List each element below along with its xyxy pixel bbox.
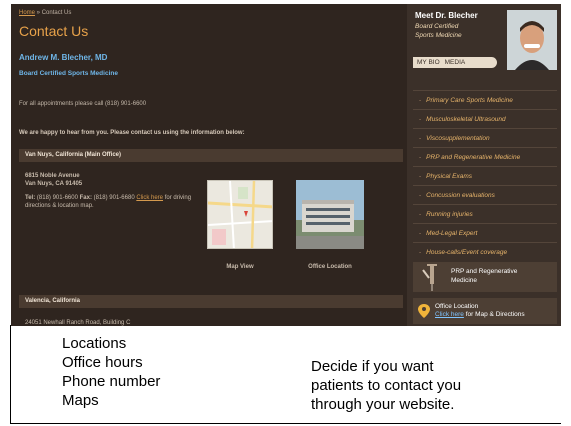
nav-dash: - xyxy=(419,154,422,161)
map-view-caption: Map View xyxy=(226,264,254,270)
nav-label: PRP and Regenerative Medicine xyxy=(426,154,521,161)
promo-line: Medicine xyxy=(451,277,478,284)
nav-dash: - xyxy=(419,230,422,237)
nav-dash: - xyxy=(419,211,422,218)
map-pin-icon xyxy=(418,304,430,318)
nav-dash: - xyxy=(419,249,422,256)
nav-dash: - xyxy=(419,135,422,142)
office-address: 6815 Noble Avenue Van Nuys, CA 91405 xyxy=(25,172,82,188)
nav-dash: - xyxy=(419,116,422,123)
nav-label: Primary Care Sports Medicine xyxy=(426,97,513,104)
tel-label: Tel: xyxy=(25,195,36,201)
nav-item[interactable]: - Physical Exams xyxy=(413,166,557,185)
tel-number: (818) 901-6600 xyxy=(36,195,78,201)
map-directions-link[interactable]: Click here xyxy=(435,311,464,318)
caption-line: Decide if you want xyxy=(311,358,434,375)
meet-doctor-title: Meet Dr. Blecher xyxy=(415,11,478,20)
contact-info: Tel: (818) 901-6600 Fax: (818) 901-6680 … xyxy=(25,194,215,210)
map-directions-text: for Map & Directions xyxy=(463,311,525,318)
caption-line: Office hours xyxy=(62,354,143,371)
subtitle-line: Board Certified xyxy=(415,23,459,30)
meet-doctor-subtitle: Board Certified Sports Medicine xyxy=(415,22,462,40)
address-line: Van Nuys, CA 91405 xyxy=(25,181,83,187)
breadcrumb-home-link[interactable]: Home xyxy=(19,10,35,16)
bio-media-tabs: MY BIO MEDIA xyxy=(413,57,497,68)
doctor-name: Andrew M. Blecher, MD xyxy=(19,53,108,62)
doctor-portrait xyxy=(507,10,557,70)
slide-caption-list: Locations Office hours Phone number Maps xyxy=(62,334,160,410)
sidebar: Meet Dr. Blecher Board Certified Sports … xyxy=(407,4,561,326)
nav-label: Musculoskeletal Ultrasound xyxy=(426,116,506,123)
breadcrumb-current: Contact Us xyxy=(41,10,72,16)
nav-item[interactable]: - Primary Care Sports Medicine xyxy=(413,90,557,109)
promo-line: PRP and Regenerative xyxy=(451,268,518,275)
nav-label: Viscosupplementation xyxy=(426,135,490,142)
address-line: 6815 Noble Avenue xyxy=(25,173,80,179)
tab-media[interactable]: MEDIA xyxy=(445,59,466,66)
appointment-text: For all appointments please call (818) 9… xyxy=(19,101,147,107)
main-content: Home » Contact Us Contact Us Andrew M. B… xyxy=(11,4,407,326)
nav-item[interactable]: - House-calls/Event coverage xyxy=(413,242,557,261)
caption-line: Maps xyxy=(62,392,99,409)
sidebar-nav: - Primary Care Sports Medicine - Musculosk… xyxy=(413,90,557,261)
slide-border xyxy=(10,325,11,424)
nav-item[interactable]: - Musculoskeletal Ultrasound xyxy=(413,109,557,128)
caption-line: Phone number xyxy=(62,373,161,390)
slide-caption-note: Decide if you want patients to contact y… xyxy=(311,357,461,414)
office-building-graphic xyxy=(296,180,364,249)
nav-item[interactable]: - Concussion evaluations xyxy=(413,185,557,204)
nav-dash: - xyxy=(419,173,422,180)
promo-label: PRP and Regenerative Medicine xyxy=(451,267,517,285)
caption-line: patients to contact you xyxy=(311,377,462,394)
office-header-van-nuys: Van Nuys, California (Main Office) xyxy=(19,149,403,162)
office-location-line: Click here for Map & Directions xyxy=(435,311,525,318)
nav-item[interactable]: - Viscosupplementation xyxy=(413,128,557,147)
map-thumbnail[interactable] xyxy=(207,180,273,249)
caption-line: Locations xyxy=(62,335,127,352)
nav-item[interactable]: - Med-Legal Expert xyxy=(413,223,557,242)
website-screenshot: Home » Contact Us Contact Us Andrew M. B… xyxy=(11,4,561,326)
nav-label: Physical Exams xyxy=(426,173,473,180)
slide-border xyxy=(10,423,561,424)
office-location-box: Office Location Click here for Map & Dir… xyxy=(413,298,557,324)
tab-my-bio[interactable]: MY BIO xyxy=(417,59,440,66)
valencia-address: 24051 Newhall Ranch Road, Building C xyxy=(25,320,131,326)
map-graphic xyxy=(208,181,272,248)
nav-label: Running injuries xyxy=(426,211,473,218)
nav-label: Med-Legal Expert xyxy=(426,230,478,237)
nav-item[interactable]: - PRP and Regenerative Medicine xyxy=(413,147,557,166)
office-photo[interactable] xyxy=(296,180,364,249)
nav-label: House-calls/Event coverage xyxy=(426,249,508,256)
breadcrumb: Home » Contact Us xyxy=(19,10,71,16)
doctor-credential: Board Certified Sports Medicine xyxy=(19,70,118,77)
nav-dash: - xyxy=(419,192,422,199)
office-header-valencia: Valencia, California xyxy=(19,295,403,308)
office-location-caption: Office Location xyxy=(308,264,352,270)
fax-label: Fax: xyxy=(79,195,92,201)
nav-item[interactable]: - Running injuries xyxy=(413,204,557,223)
subtitle-line: Sports Medicine xyxy=(415,32,462,39)
breadcrumb-separator: » xyxy=(35,10,42,16)
nav-label: Concussion evaluations xyxy=(426,192,495,199)
fax-number: (818) 901-6680 xyxy=(93,195,135,201)
directions-link[interactable]: Click here xyxy=(136,195,163,201)
page-title: Contact Us xyxy=(19,23,89,39)
caption-line: through your website. xyxy=(311,396,455,413)
nav-dash: - xyxy=(419,97,422,104)
syringe-icon xyxy=(422,264,437,291)
prp-promo-banner[interactable]: PRP and Regenerative Medicine xyxy=(413,262,557,292)
intro-text: We are happy to hear from you. Please co… xyxy=(19,130,245,136)
office-location-title: Office Location xyxy=(435,303,479,310)
portrait-graphic xyxy=(507,10,557,70)
